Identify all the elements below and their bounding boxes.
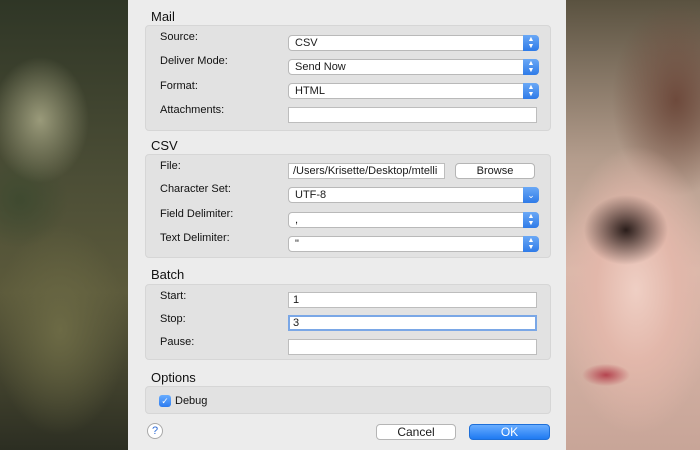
character-set-popup[interactable]: UTF-8 ⌄ xyxy=(288,187,539,203)
mail-settings-dialog: Mail Source: CSV ▲ ▼ Deliver Mode: Send N… xyxy=(128,0,566,450)
text-delimiter-popup[interactable]: " ▲ ▼ xyxy=(288,236,539,252)
format-stepper-icon: ▲ ▼ xyxy=(523,83,539,99)
source-stepper-icon: ▲ ▼ xyxy=(523,35,539,51)
ok-button[interactable]: OK xyxy=(469,424,550,440)
text-delimiter-value: " xyxy=(295,238,299,250)
file-label: File: xyxy=(160,160,181,172)
debug-checkbox[interactable]: ✓ xyxy=(159,395,171,407)
attachments-field[interactable] xyxy=(288,107,537,123)
character-set-label: Character Set: xyxy=(160,183,231,195)
deliver-mode-popup[interactable]: Send Now ▲ ▼ xyxy=(288,59,539,75)
field-delimiter-label: Field Delimiter: xyxy=(160,208,234,220)
start-label: Start: xyxy=(160,290,187,302)
field-delimiter-stepper-icon: ▲ ▼ xyxy=(523,212,539,228)
start-field[interactable]: 1 xyxy=(288,292,537,308)
file-path-field[interactable]: /Users/Krisette/Desktop/mtelli xyxy=(288,163,445,179)
attachments-label: Attachments: xyxy=(160,104,225,116)
mail-section-title: Mail xyxy=(151,9,175,24)
source-popup[interactable]: CSV ▲ ▼ xyxy=(288,35,539,51)
text-delimiter-stepper-icon: ▲ ▼ xyxy=(523,236,539,252)
csv-section-title: CSV xyxy=(151,138,178,153)
help-button[interactable]: ? xyxy=(147,423,163,439)
format-value: HTML xyxy=(295,85,325,97)
character-set-value: UTF-8 xyxy=(295,189,327,201)
deliver-mode-stepper-icon: ▲ ▼ xyxy=(523,59,539,75)
background-photo-left xyxy=(0,0,128,450)
batch-section-title: Batch xyxy=(151,267,185,282)
browse-button[interactable]: Browse xyxy=(455,163,535,179)
deliver-mode-value: Send Now xyxy=(295,61,346,73)
text-delimiter-label: Text Delimiter: xyxy=(160,232,230,244)
cancel-button[interactable]: Cancel xyxy=(376,424,456,440)
character-set-chevron-down-icon: ⌄ xyxy=(523,187,539,203)
source-value: CSV xyxy=(295,37,318,49)
checkmark-icon: ✓ xyxy=(161,396,169,406)
options-section-title: Options xyxy=(151,370,196,385)
field-delimiter-popup[interactable]: , ▲ ▼ xyxy=(288,212,539,228)
format-popup[interactable]: HTML ▲ ▼ xyxy=(288,83,539,99)
stop-label: Stop: xyxy=(160,313,186,325)
background-photo-right xyxy=(566,0,700,450)
source-label: Source: xyxy=(160,31,198,43)
format-label: Format: xyxy=(160,80,198,92)
deliver-mode-label: Deliver Mode: xyxy=(160,55,228,67)
field-delimiter-value: , xyxy=(295,214,299,226)
debug-label: Debug xyxy=(175,395,208,407)
pause-label: Pause: xyxy=(160,336,195,348)
pause-field[interactable] xyxy=(288,339,537,355)
stop-field[interactable]: 3 xyxy=(288,315,537,331)
